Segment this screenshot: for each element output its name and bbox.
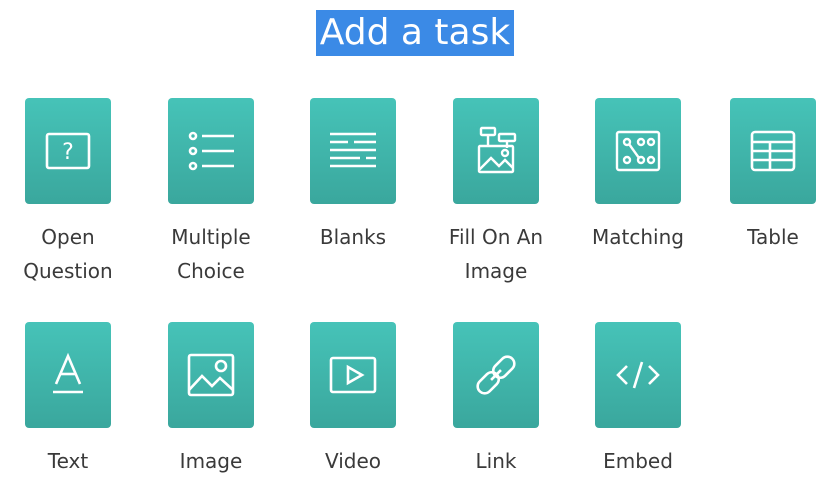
tile-box[interactable]	[730, 98, 816, 204]
image-tags-icon	[477, 126, 517, 174]
tile-box[interactable]	[595, 322, 681, 428]
tile-box[interactable]: ?	[25, 98, 111, 204]
tile-box[interactable]	[595, 98, 681, 204]
task-open-question[interactable]: ? Open Question	[11, 98, 125, 288]
text-letter-icon	[53, 352, 83, 394]
task-link[interactable]: Link	[439, 322, 553, 478]
tile-box[interactable]	[310, 322, 396, 428]
tile-label: Table	[747, 225, 799, 249]
task-table[interactable]: Table	[716, 98, 830, 254]
text-lines-icon	[330, 132, 376, 168]
task-embed[interactable]: Embed	[581, 322, 695, 478]
task-matching[interactable]: Matching	[581, 98, 695, 254]
table-icon	[750, 130, 796, 172]
matching-dots-icon	[615, 130, 661, 172]
svg-text:?: ?	[62, 140, 74, 165]
tile-label: Link	[475, 449, 517, 473]
tile-label: Video	[324, 449, 382, 473]
task-multiple-choice[interactable]: Multiple Choice	[154, 98, 268, 288]
picture-icon	[187, 353, 235, 397]
question-box-icon: ?	[45, 132, 91, 170]
list-bullets-icon	[188, 131, 234, 171]
tile-label: Matching	[592, 225, 684, 249]
tile-label: Embed	[603, 449, 673, 473]
chain-link-icon	[476, 355, 516, 395]
code-brackets-icon	[616, 361, 660, 389]
task-blanks[interactable]: Blanks	[296, 98, 410, 254]
tile-label: Multiple Choice	[171, 225, 251, 283]
task-fill-on-an-image[interactable]: Fill On An Image	[439, 98, 553, 288]
task-video[interactable]: Video	[296, 322, 410, 478]
page-title: Add a task	[315, 10, 515, 56]
tile-label: Blanks	[319, 225, 387, 249]
tile-label: Fill On An Image	[448, 225, 544, 283]
task-image[interactable]: Image	[154, 322, 268, 478]
tile-box[interactable]	[25, 322, 111, 428]
play-video-icon	[329, 356, 377, 394]
task-text[interactable]: Text	[11, 322, 125, 478]
title-area: Add a task	[0, 10, 830, 56]
tile-box[interactable]	[310, 98, 396, 204]
tile-label: Image	[179, 449, 243, 473]
tile-box[interactable]	[453, 322, 539, 428]
tile-label: Open Question	[23, 225, 113, 283]
tile-box[interactable]	[168, 98, 254, 204]
tile-box[interactable]	[168, 322, 254, 428]
tile-label: Text	[47, 449, 89, 473]
tile-box[interactable]	[453, 98, 539, 204]
